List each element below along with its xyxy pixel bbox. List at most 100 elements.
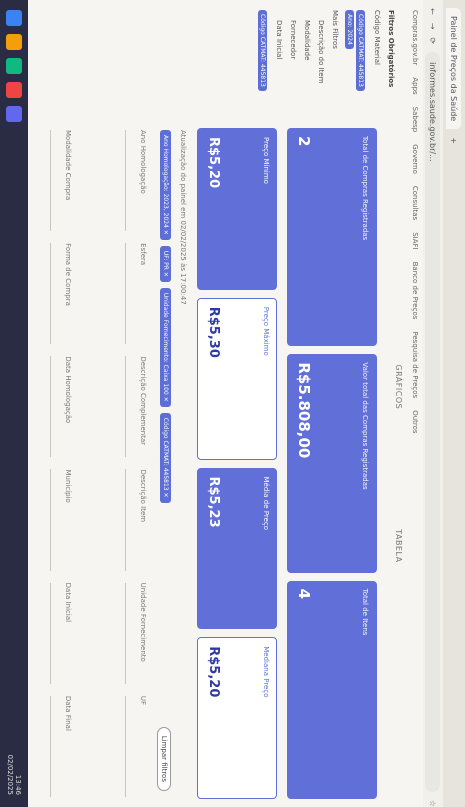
- card-value: 2: [295, 136, 313, 147]
- field-unidade-fornecimento[interactable]: Unidade Fornecimento: [82, 582, 147, 684]
- card-label: Mediana Preço: [262, 646, 270, 698]
- forward-icon[interactable]: →: [429, 23, 438, 30]
- card-value: 4: [295, 588, 313, 600]
- rotated-canvas: Painel de Preços da Saúde + ← → ⟳ inform…: [0, 0, 465, 807]
- filter-item[interactable]: Mais Filtros: [331, 10, 339, 110]
- filter-item[interactable]: Descrição do Item: [317, 20, 325, 110]
- field-input[interactable]: [50, 582, 61, 684]
- applied-filter-pill[interactable]: Ano Homologação: 2023, 2024 ✕: [160, 130, 171, 240]
- filter-item[interactable]: Código Material: [373, 10, 381, 110]
- field-label: Modalidade Compra: [64, 130, 72, 201]
- explorer-icon[interactable]: [6, 34, 22, 50]
- bookmark-item[interactable]: Outros: [411, 410, 419, 433]
- bookmark-item[interactable]: Consultas: [411, 186, 419, 220]
- field-input[interactable]: [50, 469, 61, 571]
- url-field[interactable]: informes.saude.gov.br/...: [425, 52, 441, 792]
- tab-graficos[interactable]: GRÁFICOS: [385, 364, 403, 409]
- clock-time: 13:46: [14, 774, 22, 795]
- taskbar: 13:46 02/02/2025: [0, 0, 28, 807]
- filter-pill[interactable]: Código CATMAT: 445813: [258, 10, 267, 91]
- applied-filters: Ano Homologação: 2023, 2024 ✕ UF: PR ✕ U…: [160, 130, 171, 797]
- excel-icon[interactable]: [6, 58, 22, 74]
- card-value: R$5.808,00: [295, 362, 313, 459]
- card-total-compras: Total de Compras Registradas 2: [287, 128, 377, 347]
- applied-filter-pill[interactable]: Código CATMAT: 445813 ✕: [160, 412, 171, 503]
- card-label: Preço Máximo: [262, 306, 270, 356]
- field-label: Unidade Fornecimento: [139, 582, 147, 662]
- new-tab-icon[interactable]: +: [450, 137, 459, 144]
- card-preco-minimo: Preço Mínimo R$5,20: [197, 128, 277, 290]
- applied-filter-pill[interactable]: UF: PR ✕: [160, 245, 171, 282]
- filter-fields-grid: Ano Homologação Esfera Descrição Complem…: [7, 130, 147, 797]
- filter-pill[interactable]: Ano: 2024: [345, 10, 354, 49]
- star-icon[interactable]: ☆: [429, 800, 438, 807]
- field-input[interactable]: [125, 695, 136, 797]
- field-esfera[interactable]: Esfera: [82, 243, 147, 345]
- filters-title: Filtros Obrigatórios: [387, 10, 395, 88]
- clear-filters-button[interactable]: Limpar filtros: [157, 726, 171, 791]
- field-label: Esfera: [139, 243, 147, 266]
- field-input[interactable]: [125, 469, 136, 571]
- card-value: R$5,20: [206, 137, 221, 189]
- card-value: R$5,23: [206, 476, 221, 528]
- card-label: Preço Mínimo: [262, 137, 270, 184]
- filter-item[interactable]: Data Inicial: [275, 20, 283, 110]
- update-timestamp: Atualização do painel em 02/02/2025 às 1…: [179, 130, 187, 305]
- summary-cards: Total de Compras Registradas 2 Valor tot…: [287, 128, 377, 799]
- windows-start-icon[interactable]: [6, 10, 22, 26]
- filter-pill[interactable]: Código CATMAT: 445813: [356, 10, 365, 91]
- card-label: Valor total das Compras Registradas: [361, 362, 369, 490]
- back-icon[interactable]: ←: [429, 8, 438, 15]
- field-input[interactable]: [125, 582, 136, 684]
- bookmark-item[interactable]: SIAFI: [411, 232, 419, 249]
- card-label: Média de Preço: [262, 476, 270, 530]
- field-label: Descrição Item: [139, 469, 147, 523]
- card-mediana-preco: Mediana Preço R$5,20: [197, 637, 277, 799]
- bookmark-item[interactable]: Sabesp: [411, 107, 419, 133]
- browser-tab[interactable]: Painel de Preços da Saúde: [446, 8, 462, 130]
- field-descricao-complementar[interactable]: Descrição Complementar: [82, 356, 147, 458]
- field-label: Município: [64, 469, 72, 503]
- card-valor-total: Valor total das Compras Registradas R$5.…: [287, 354, 377, 573]
- field-label: Descrição Complementar: [139, 356, 147, 446]
- field-descricao-item[interactable]: Descrição Item: [82, 469, 147, 571]
- chrome-icon[interactable]: [6, 82, 22, 98]
- field-input[interactable]: [125, 130, 136, 232]
- field-input[interactable]: [125, 243, 136, 345]
- bookmark-item[interactable]: Compras.gov.br: [411, 10, 419, 65]
- app-icon[interactable]: [6, 106, 22, 122]
- field-input[interactable]: [50, 130, 61, 232]
- field-ano-homologacao[interactable]: Ano Homologação: [82, 130, 147, 232]
- reload-icon[interactable]: ⟳: [429, 37, 438, 44]
- bookmark-item[interactable]: Banco de Preços: [411, 262, 419, 320]
- field-label: Data Homologação: [64, 356, 72, 424]
- field-input[interactable]: [50, 243, 61, 345]
- bookmarks-bar: Compras.gov.br Apps Sabesp Governo Consu…: [407, 0, 423, 807]
- screen: Painel de Preços da Saúde + ← → ⟳ inform…: [0, 0, 465, 807]
- field-input[interactable]: [125, 356, 136, 458]
- address-bar: ← → ⟳ informes.saude.gov.br/... ☆: [423, 0, 443, 807]
- filters-panel: Filtros Obrigatórios Código Material Cód…: [0, 0, 405, 120]
- applied-filter-pill[interactable]: Unidade Fornecimento: Caixa 100 ✕: [160, 287, 171, 407]
- card-label: Total de Compras Registradas: [361, 136, 369, 241]
- field-input[interactable]: [50, 695, 61, 797]
- clock-date: 02/02/2025: [6, 754, 14, 795]
- field-label: Data Inicial: [64, 582, 72, 623]
- view-tabs: GRÁFICOS TABELA: [385, 120, 403, 807]
- card-preco-maximo: Preço Máximo R$5,30: [197, 297, 277, 460]
- bookmark-item[interactable]: Pesquisa de Preços: [411, 331, 419, 398]
- bookmark-item[interactable]: Governo: [411, 144, 419, 174]
- filter-item[interactable]: Fornecedor: [289, 20, 297, 110]
- card-label: Total de Itens: [361, 588, 369, 636]
- filter-item[interactable]: Modalidade: [303, 20, 311, 110]
- field-label: UF: [139, 695, 147, 705]
- card-value: R$5,20: [206, 646, 221, 698]
- field-label: Forma de Compra: [64, 243, 72, 306]
- field-label: Data Final: [64, 695, 72, 731]
- bookmark-item[interactable]: Apps: [411, 77, 419, 94]
- card-media-preco: Média de Preço R$5,23: [197, 467, 277, 630]
- tab-tabela[interactable]: TABELA: [385, 529, 403, 562]
- field-uf[interactable]: UF: [82, 695, 147, 797]
- main-content: GRÁFICOS TABELA Total de Compras Registr…: [0, 120, 407, 807]
- field-input[interactable]: [50, 356, 61, 458]
